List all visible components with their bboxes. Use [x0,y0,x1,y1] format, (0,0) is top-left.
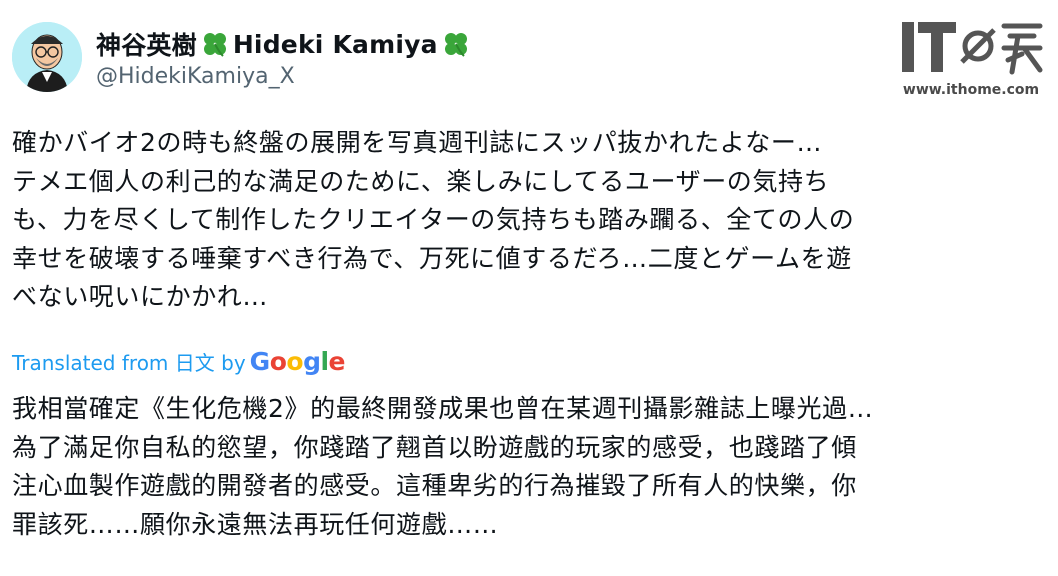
google-logo-letter: o [286,347,304,376]
google-logo-letter: G [249,347,271,376]
user-handle[interactable]: @HidekiKamiya_X [96,64,295,89]
four-leaf-clover-icon [203,33,226,57]
tweet-line: 幸せを破壊する唾棄すべき行為で、万死に値するだろ…二度とゲームを遊 [12,243,852,273]
google-logo-letter: e [328,347,346,376]
tweet-line: テメエ個人の利己的な満足のために、楽しみにしてるユーザーの気持ち [12,166,830,196]
avatar[interactable] [12,22,82,92]
translation-line: 為了滿足你自私的慾望，你踐踏了翹首以盼遊戲的玩家的感受，也踐踏了傾 [12,432,857,462]
google-logo-letter: g [303,347,321,376]
tweet-line: も、力を尽くして制作したクリエイターの気持ちも踏み躙る、全ての人の [12,205,855,234]
tweet-text: 確かバイオ2の時も終盤の展開を写真週刊誌にスッパ抜かれたよなー… テメエ個人の利… [12,124,1032,317]
watermark-url: www.ithome.com [902,82,1040,98]
tweet-line: 確かバイオ2の時も終盤の展開を写真週刊誌にスッパ抜かれたよなー… [12,128,823,157]
ithome-logo [902,22,1043,75]
display-name-en[interactable]: Hideki Kamiya [233,30,438,59]
translation-line: 我相當確定《生化危機2》的最終開發成果也曾在某週刊攝影雜誌上曝光過… [12,394,874,423]
tweet-line: べない呪いにかかれ… [12,282,269,311]
translation-line: 注心血製作遊戲的開發者的感受。這種卑劣的行為摧毀了所有人的快樂，你 [12,471,857,500]
translation-text: 我相當確定《生化危機2》的最終開發成果也曾在某週刊攝影雜誌上曝光過… 為了滿足你… [12,390,1032,544]
avatar-illustration [12,22,82,92]
four-leaf-clover-icon [444,33,467,57]
display-name-ja[interactable]: 神谷英樹 [96,26,197,62]
google-logo-letter: l [320,347,329,376]
google-logo: Google [249,347,346,376]
translated-from-label[interactable]: Translated from 日文 by Google [12,347,346,376]
google-logo-letter: o [269,347,287,376]
translation-line: 罪該死……願你永遠無法再玩任何遊戲…… [12,509,499,539]
translated-from-text[interactable]: Translated from 日文 by [12,347,246,376]
author-name-row[interactable]: 神谷英樹 Hideki Kamiya [96,26,474,62]
